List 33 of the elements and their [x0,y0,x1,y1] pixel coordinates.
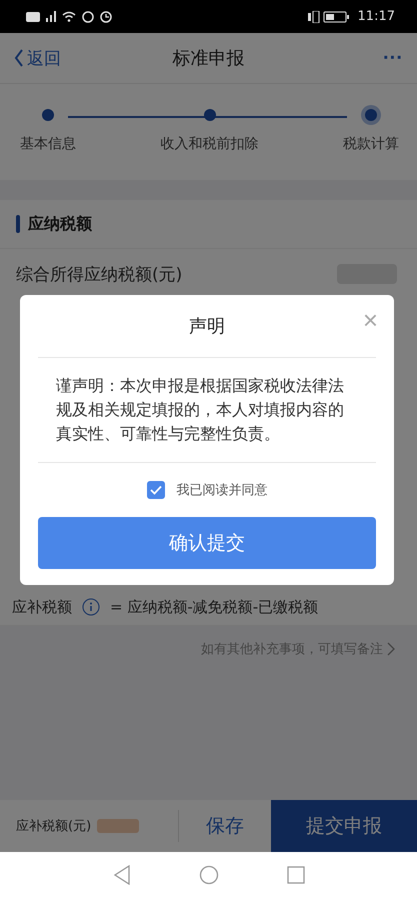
battery-icon [308,10,352,22]
checkmark-icon [150,485,162,495]
formula-label: 应补税额 [12,598,72,616]
back-nav-icon[interactable] [112,865,130,885]
confirm-button[interactable]: 确认提交 [38,517,376,569]
step-label: 基本信息 [20,135,76,153]
wifi-icon [62,11,76,22]
status-time: 11:17 [358,9,395,24]
signal-icon [46,11,56,22]
blurred-value [97,819,140,833]
back-button[interactable]: 返回 [14,46,61,70]
section-title: 应纳税额 [28,214,92,234]
step-label: 收入和税前扣除 [160,135,258,153]
submit-button[interactable]: 提交申报 [271,800,417,852]
save-button[interactable]: 保存 [179,800,271,852]
dialog-title: 声明 [189,315,225,338]
dialog-text: 谨声明：本次申报是根据国家税收法律法规及相关规定填报的，本人对填报内容的真实性、可靠性与完整性负责。 [38,358,376,463]
close-button[interactable]: × [358,307,382,333]
info-icon[interactable] [82,598,100,616]
formula-text: = 应纳税额-减免税额-已缴税额 [110,598,318,616]
home-nav-icon[interactable] [198,865,218,885]
chevron-left-icon [14,49,24,67]
agree-label: 我已阅读并同意 [176,482,268,499]
chevron-right-icon [387,642,395,656]
more-button[interactable]: ··· [383,46,403,70]
section-marker [16,215,20,233]
step-label: 税款计算 [343,135,399,153]
checkbox[interactable] [146,481,164,499]
row-label: 综合所得应纳税额(元) [16,264,182,286]
recent-apps-icon[interactable] [286,866,304,884]
alarm-clock-icon [100,10,112,22]
page-title: 标准申报 [172,47,244,70]
bottom-label: 应补税额(元) [16,818,92,835]
